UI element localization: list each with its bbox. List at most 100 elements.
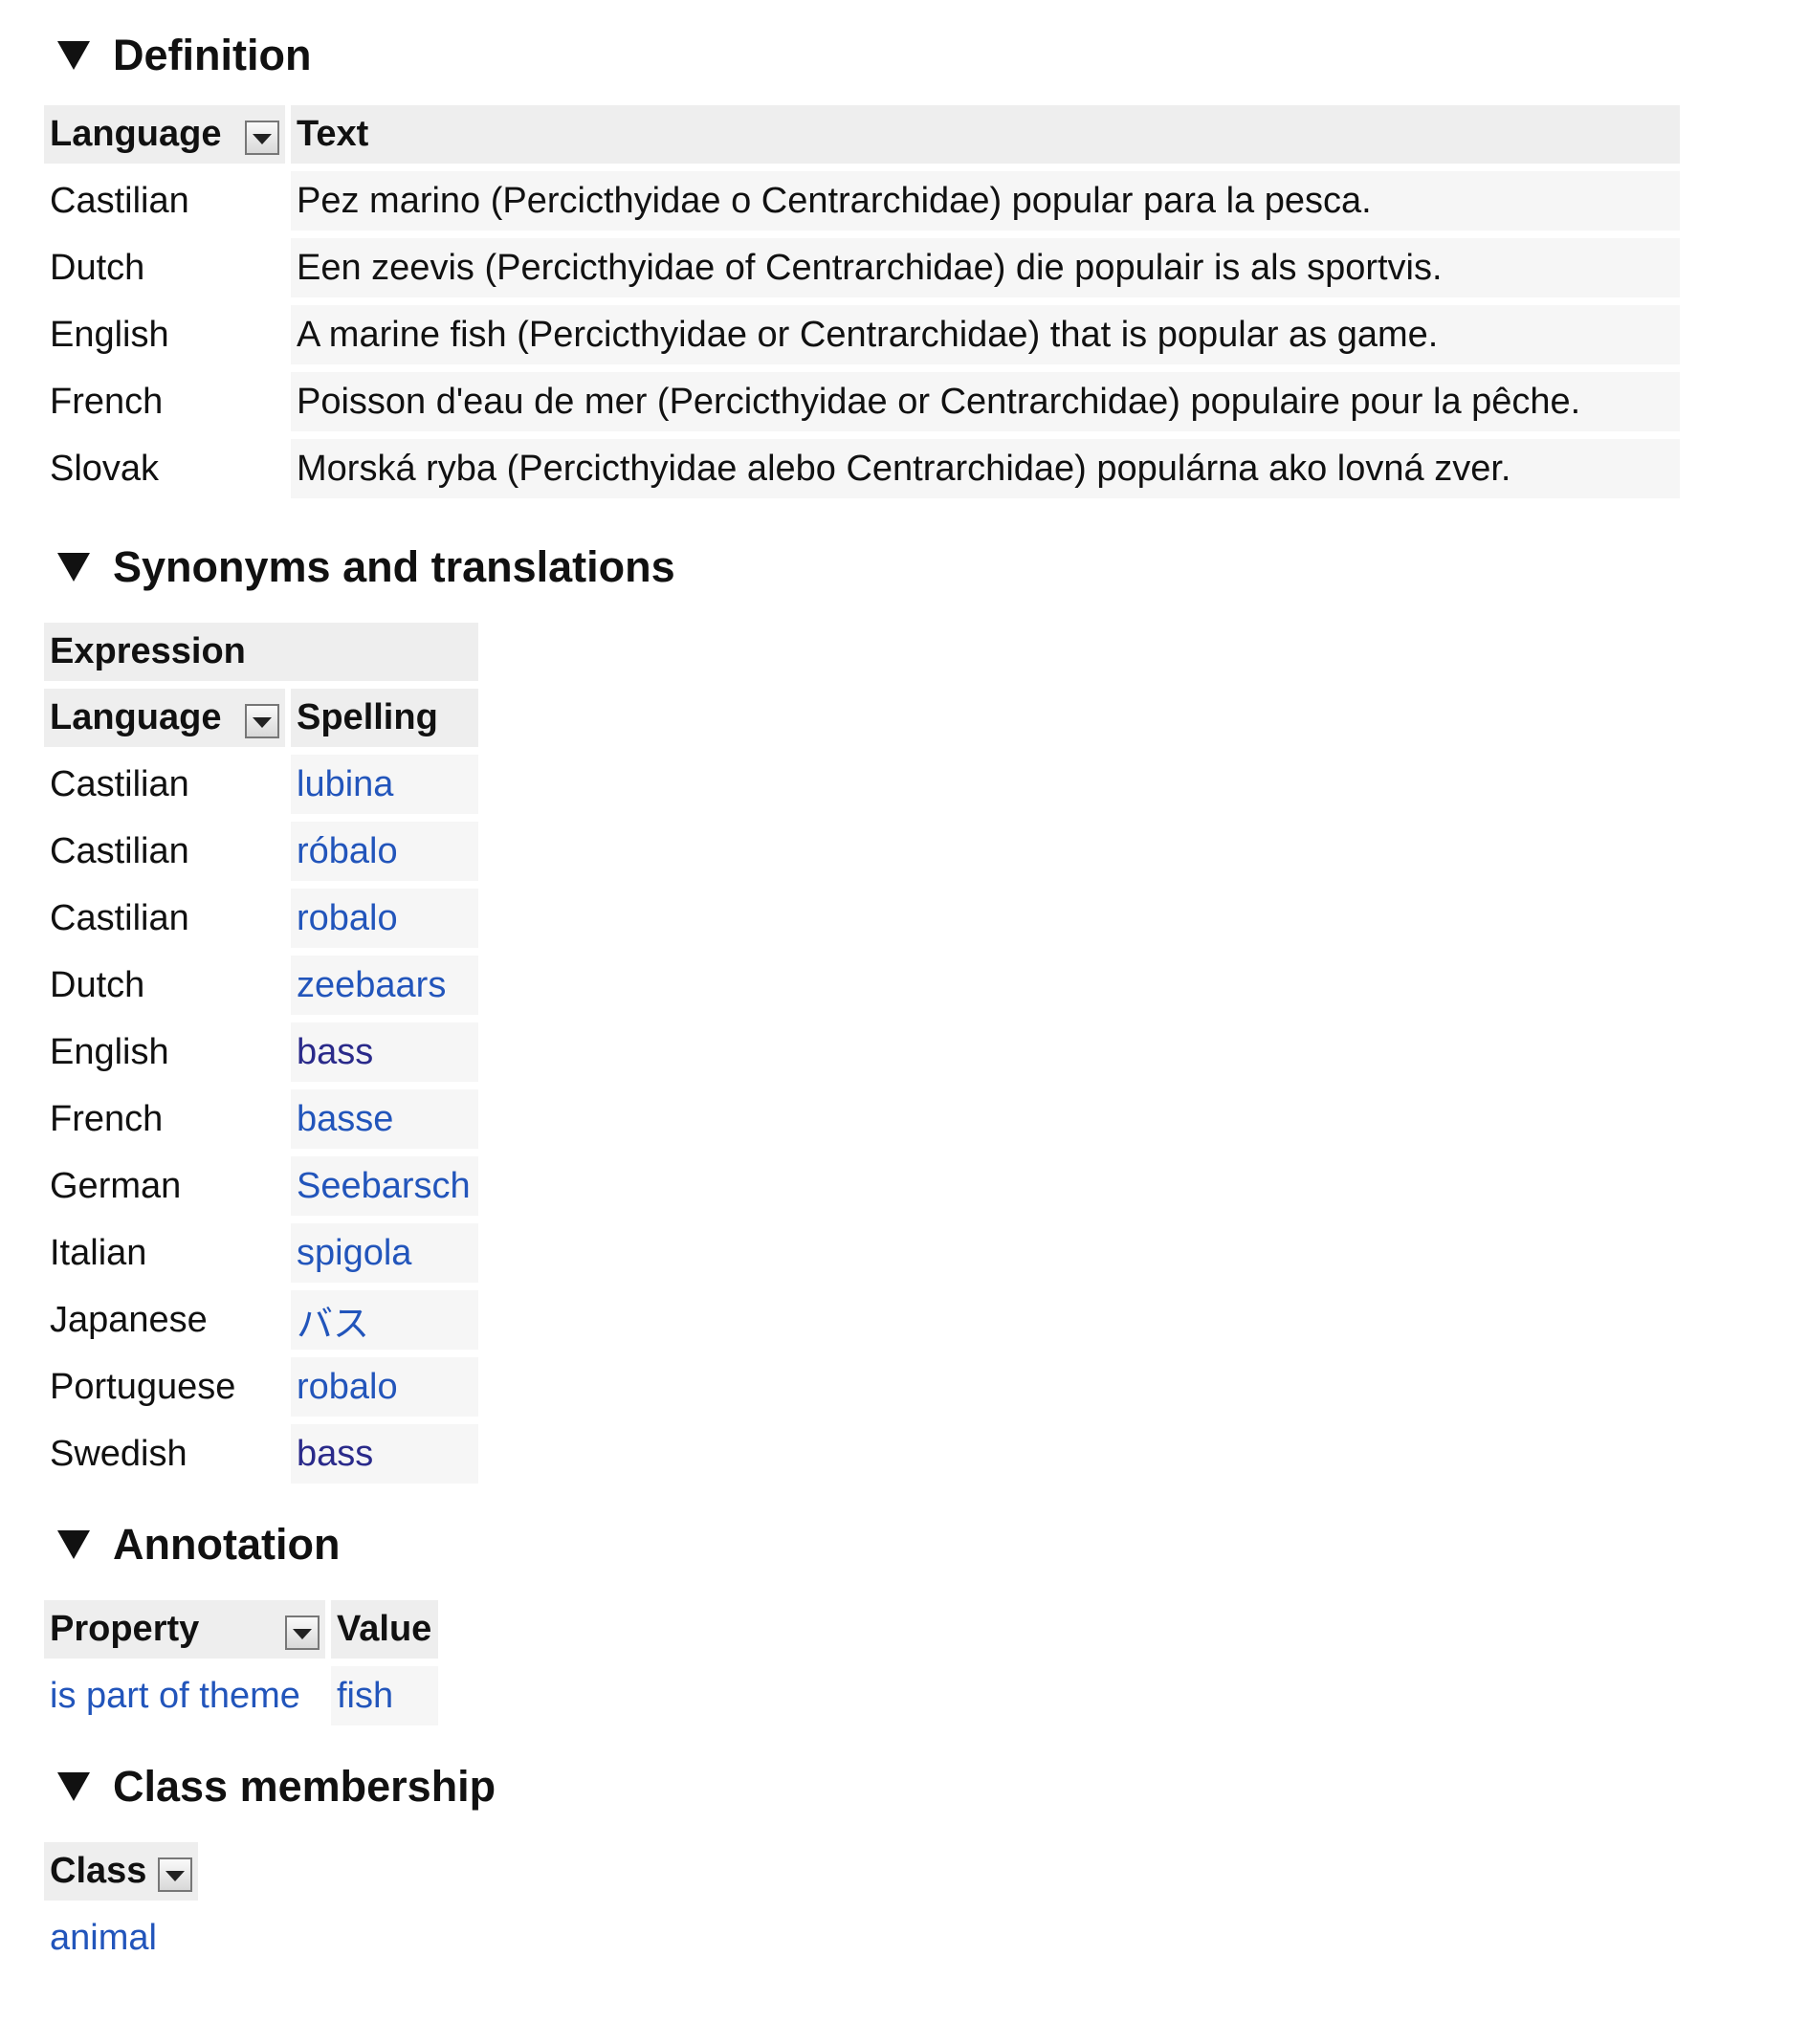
- triangle-down-icon[interactable]: [57, 1772, 90, 1801]
- cell-language: French: [50, 381, 164, 422]
- cell-property: is part of theme: [44, 1666, 325, 1725]
- cell-language: English: [50, 1031, 169, 1072]
- dropdown-arrow-icon[interactable]: [285, 1615, 320, 1650]
- column-header-spelling: Spelling: [291, 689, 478, 747]
- cell-language: English: [50, 314, 169, 355]
- column-header-text: Text: [291, 105, 1680, 164]
- table-row: is part of theme fish: [44, 1666, 438, 1725]
- table-group-header-row: Expression: [44, 623, 478, 681]
- dropdown-arrow-icon[interactable]: [245, 120, 279, 155]
- table-row: English bass: [44, 1022, 478, 1082]
- cell-language: Japanese: [50, 1299, 208, 1340]
- table-row: Swedish bass: [44, 1424, 478, 1484]
- group-header-expression: Expression: [44, 623, 478, 681]
- section-header-definition[interactable]: Definition: [44, 27, 1766, 84]
- column-header-label: Class: [50, 1851, 147, 1891]
- table-row: Japanese バス: [44, 1290, 478, 1350]
- triangle-down-icon[interactable]: [57, 1530, 90, 1559]
- spelling-link[interactable]: robalo: [297, 898, 398, 938]
- spelling-link[interactable]: lubina: [297, 764, 393, 804]
- section-header-annotation[interactable]: Annotation: [44, 1516, 1766, 1573]
- cell-language: Slovak: [50, 448, 160, 489]
- cell-language: German: [50, 1165, 182, 1206]
- dropdown-arrow-icon[interactable]: [245, 703, 279, 738]
- section-title-class-membership: Class membership: [113, 1762, 496, 1811]
- cell-text: Een zeevis (Percicthyidae of Centrarchid…: [291, 238, 1680, 297]
- spelling-link[interactable]: spigola: [297, 1233, 411, 1273]
- column-header-label: Property: [50, 1609, 200, 1649]
- cell-text: A marine fish (Percicthyidae or Centrarc…: [291, 305, 1680, 364]
- table-row: Italian spigola: [44, 1223, 478, 1283]
- value-link[interactable]: fish: [337, 1676, 393, 1716]
- property-link[interactable]: is part of theme: [50, 1676, 300, 1716]
- section-title-definition: Definition: [113, 31, 312, 79]
- cell-spelling: バス: [291, 1290, 478, 1350]
- spelling-link[interactable]: バス: [297, 1305, 369, 1345]
- section-header-synonyms[interactable]: Synonyms and translations: [44, 538, 1766, 596]
- class-link[interactable]: animal: [50, 1918, 157, 1958]
- spelling-link[interactable]: basse: [297, 1099, 393, 1139]
- table-row: animal: [44, 1908, 198, 1967]
- spelling-link[interactable]: bass: [297, 1032, 373, 1072]
- spelling-link[interactable]: róbalo: [297, 831, 398, 871]
- cell-text: Pez marino (Percicthyidae o Centrarchida…: [291, 171, 1680, 231]
- cell-spelling: zeebaars: [291, 956, 478, 1015]
- table-row: Dutch zeebaars: [44, 956, 478, 1015]
- cell-language: French: [50, 1098, 164, 1139]
- cell-spelling: bass: [291, 1022, 478, 1082]
- cell-spelling: Seebarsch: [291, 1156, 478, 1216]
- table-header-row: Property Value: [44, 1600, 438, 1659]
- table-row: Slovak Morská ryba (Percicthyidae alebo …: [44, 439, 1680, 498]
- cell-spelling: basse: [291, 1089, 478, 1149]
- cell-spelling: spigola: [291, 1223, 478, 1283]
- table-header-row: Language Spelling: [44, 689, 478, 747]
- dropdown-arrow-icon[interactable]: [158, 1857, 193, 1892]
- cell-language: Castilian: [50, 180, 189, 221]
- column-header-label: Language: [50, 114, 222, 154]
- section-header-class-membership[interactable]: Class membership: [44, 1758, 1766, 1815]
- column-header-language: Language: [44, 689, 285, 747]
- table-row: Castilian lubina: [44, 755, 478, 814]
- cell-language: Dutch: [50, 964, 145, 1005]
- table-row: Castilian robalo: [44, 889, 478, 948]
- spelling-link[interactable]: zeebaars: [297, 965, 446, 1005]
- cell-spelling: lubina: [291, 755, 478, 814]
- triangle-down-icon[interactable]: [57, 41, 90, 70]
- annotation-table: Property Value is part of theme fish: [38, 1593, 444, 1733]
- cell-language: Castilian: [50, 897, 189, 938]
- column-header-property: Property: [44, 1600, 325, 1659]
- synonyms-table: Expression Language Spelling Castilian l…: [38, 615, 484, 1491]
- cell-text: Poisson d'eau de mer (Percicthyidae or C…: [291, 372, 1680, 431]
- cell-language: Castilian: [50, 763, 189, 804]
- spelling-link[interactable]: Seebarsch: [297, 1166, 471, 1206]
- cell-language: Castilian: [50, 830, 189, 871]
- cell-value: fish: [331, 1666, 438, 1725]
- table-row: Dutch Een zeevis (Percicthyidae of Centr…: [44, 238, 1680, 297]
- table-row: Portuguese robalo: [44, 1357, 478, 1417]
- cell-language: Portuguese: [50, 1366, 236, 1407]
- cell-spelling: róbalo: [291, 822, 478, 881]
- cell-language: Swedish: [50, 1433, 187, 1474]
- table-row: Castilian róbalo: [44, 822, 478, 881]
- table-row: Castilian Pez marino (Percicthyidae o Ce…: [44, 171, 1680, 231]
- column-header-value: Value: [331, 1600, 438, 1659]
- table-header-row: Class: [44, 1842, 199, 1901]
- cell-spelling: bass: [291, 1424, 478, 1484]
- table-row: French Poisson d'eau de mer (Percicthyid…: [44, 372, 1680, 431]
- table-row: French basse: [44, 1089, 478, 1149]
- cell-spelling: robalo: [291, 889, 478, 948]
- spelling-link[interactable]: robalo: [297, 1367, 398, 1407]
- page: Definition Language Text Castilian Pez m…: [44, 27, 1766, 1975]
- triangle-down-icon[interactable]: [57, 553, 90, 582]
- cell-language: Dutch: [50, 247, 145, 288]
- table-header-row: Language Text: [44, 105, 1680, 164]
- spelling-link[interactable]: bass: [297, 1434, 373, 1474]
- definition-table: Language Text Castilian Pez marino (Perc…: [38, 98, 1686, 506]
- section-title-annotation: Annotation: [113, 1520, 341, 1569]
- class-membership-table: Class animal: [38, 1835, 204, 1975]
- cell-language: Italian: [50, 1232, 147, 1273]
- column-header-class: Class: [44, 1842, 199, 1901]
- cell-spelling: robalo: [291, 1357, 478, 1417]
- table-row: German Seebarsch: [44, 1156, 478, 1216]
- column-header-label: Language: [50, 697, 222, 737]
